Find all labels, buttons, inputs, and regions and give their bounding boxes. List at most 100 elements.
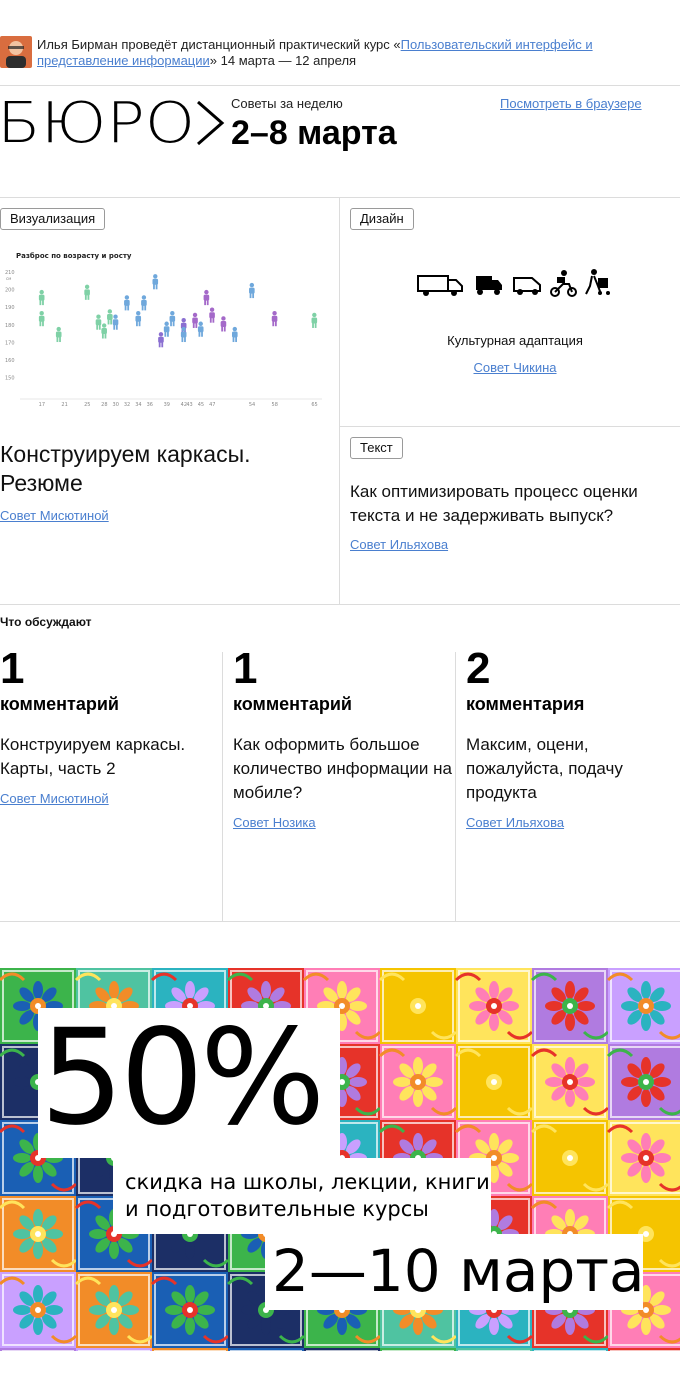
promo-line1: скидка на школы, лекции, книги <box>125 1170 490 1194</box>
scatter-point <box>163 321 170 337</box>
chart-title: Разброс по возрасту и росту <box>16 252 132 260</box>
x-tick-label: 47 <box>209 402 215 408</box>
week-dates: 2–8 марта <box>231 114 397 152</box>
truck-icon <box>417 275 463 296</box>
truck-icon <box>476 276 502 295</box>
transport-icons[interactable] <box>414 268 614 298</box>
y-tick-label: 180 <box>5 323 15 329</box>
discussion-title[interactable]: Как оформить большое количество информац… <box>233 733 455 805</box>
x-tick-label: 28 <box>101 402 107 408</box>
scatter-point <box>38 289 45 306</box>
article-title-text[interactable]: Как оптимизировать процесс оценки текста… <box>350 480 670 528</box>
view-in-browser-link[interactable]: Посмотреть в браузере <box>500 96 642 112</box>
scatter-point <box>311 312 318 328</box>
decorative-tile <box>0 1272 78 1348</box>
divider <box>0 197 680 198</box>
discussion-item[interactable]: 1 комментарий Как оформить большое колич… <box>233 645 455 832</box>
discussion-author-link[interactable]: Совет Нозика <box>233 815 316 830</box>
y-tick-label: 170 <box>5 340 15 346</box>
y-tick-label: 160 <box>5 358 15 364</box>
announcement: Илья Бирман проведёт дистанционный практ… <box>0 36 680 86</box>
divider <box>0 604 680 605</box>
decorative-tile <box>606 1120 680 1196</box>
decorative-tile <box>0 1348 76 1351</box>
comment-count: 2 <box>466 644 491 693</box>
decorative-tile <box>152 1348 228 1351</box>
decorative-tile <box>150 1272 230 1348</box>
bureau-logo[interactable]: БЮРО <box>0 91 226 156</box>
scatter-point <box>101 323 107 339</box>
announcement-suffix: » 14 марта — 12 апреля <box>209 53 357 68</box>
comment-count: 1 <box>0 644 25 693</box>
decorative-tile <box>378 968 458 1044</box>
discussion-title[interactable]: Максим, оцени, пожалуйста, подачу продук… <box>466 733 666 805</box>
decorative-tile <box>606 1044 680 1120</box>
x-tick-label: 17 <box>39 402 45 408</box>
column-divider <box>339 197 340 604</box>
person-cart-icon <box>585 269 610 295</box>
van-icon <box>513 277 541 295</box>
decorative-tile <box>530 1044 610 1120</box>
scatter-point <box>209 307 215 323</box>
scatter-point <box>84 284 90 300</box>
logo-text: БЮРО <box>0 96 195 150</box>
article-caption-design[interactable]: Культурная адаптация <box>350 333 680 349</box>
decorative-tile <box>0 1196 78 1272</box>
x-tick-label: 36 <box>147 402 153 408</box>
announcement-text: Илья Бирман проведёт дистанционный практ… <box>37 37 597 69</box>
decorative-tile <box>74 1272 154 1348</box>
discussion-author-link[interactable]: Совет Ильяхова <box>466 815 564 830</box>
x-tick-label: 34 <box>135 402 141 408</box>
comment-noun: комментария <box>466 694 585 714</box>
tag-text[interactable]: Текст <box>350 437 403 459</box>
author-link-visualization[interactable]: Совет Мисютиной <box>0 508 109 524</box>
decorative-tile <box>532 1348 608 1351</box>
x-tick-label: 54 <box>249 402 255 408</box>
tag-design[interactable]: Дизайн <box>350 208 414 230</box>
column-divider <box>455 652 456 921</box>
scatter-point <box>203 289 210 306</box>
discussion-author-link[interactable]: Совет Мисютиной <box>0 791 109 806</box>
divider <box>0 921 680 922</box>
decorative-tile <box>228 1348 304 1351</box>
decorative-tile <box>454 968 534 1044</box>
decorative-tile <box>380 1348 456 1351</box>
author-avatar <box>0 36 32 68</box>
author-link-design[interactable]: Совет Чикина <box>473 360 556 375</box>
scatter-point <box>180 326 187 343</box>
x-tick-label: 21 <box>61 402 67 408</box>
discussion-title[interactable]: Конструируем каркасы. Карты, часть 2 <box>0 733 222 781</box>
decorative-tile <box>304 1348 380 1351</box>
y-tick-label: 190 <box>5 305 15 311</box>
x-tick-label: 32 <box>124 402 130 408</box>
decorative-tile <box>454 1044 534 1120</box>
scatter-chart[interactable]: Разброс по возрасту и росту 210200190180… <box>0 246 330 412</box>
decorative-tile <box>530 968 610 1044</box>
x-tick-label: 65 <box>311 402 317 408</box>
scatter-point <box>135 311 142 327</box>
promo-percent: 50% <box>40 1001 325 1155</box>
discussion-heading: Что обсуждают <box>0 615 92 629</box>
scooter-icon <box>550 270 577 297</box>
scatter-point <box>112 314 119 330</box>
promo-banner[interactable]: 50% скидка на школы, лекции, книги и под… <box>0 968 680 1351</box>
y-tick-label: 200 <box>5 288 15 294</box>
scatter-point <box>271 311 278 327</box>
scatter-point <box>232 326 238 343</box>
article-title-visualization[interactable]: Конструируем каркасы. Резюме <box>0 440 320 498</box>
discussion-item[interactable]: 1 комментарий Конструируем каркасы. Карт… <box>0 645 222 808</box>
divider <box>340 426 680 427</box>
scatter-point <box>95 314 102 330</box>
column-divider <box>222 652 223 921</box>
comment-noun: комментарий <box>233 694 352 714</box>
scatter-point <box>249 282 255 299</box>
discussion-item[interactable]: 2 комментария Максим, оцени, пожалуйста,… <box>466 645 666 832</box>
announcement-prefix: Илья Бирман проведёт дистанционный практ… <box>37 37 401 52</box>
decorative-tile <box>530 1120 610 1196</box>
tag-visualization[interactable]: Визуализация <box>0 208 106 230</box>
decorative-tile <box>456 1348 532 1351</box>
decorative-tile <box>606 968 680 1044</box>
scatter-point <box>158 332 164 348</box>
author-link-text[interactable]: Совет Ильяхова <box>350 537 448 553</box>
author-link-design-wrap: Совет Чикина <box>350 359 680 377</box>
